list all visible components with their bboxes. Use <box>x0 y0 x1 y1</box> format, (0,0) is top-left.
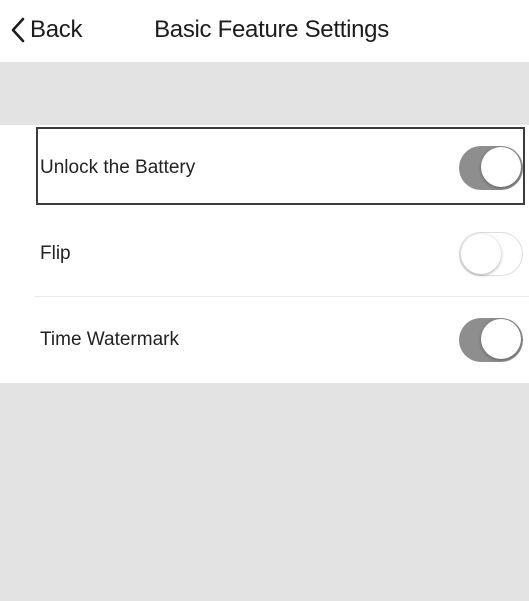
time-watermark-toggle[interactable] <box>459 318 523 362</box>
setting-row-unlock-battery[interactable]: Unlock the Battery <box>0 125 529 211</box>
toggle-knob <box>481 147 521 187</box>
section-spacer-top <box>0 62 529 125</box>
empty-area <box>0 383 529 601</box>
toggle-knob <box>461 233 501 274</box>
setting-label-flip: Flip <box>40 243 71 264</box>
setting-label-unlock-battery: Unlock the Battery <box>40 157 196 178</box>
unlock-battery-toggle[interactable] <box>459 146 523 190</box>
settings-list: Unlock the Battery Flip Time Watermark <box>0 125 529 383</box>
toggle-knob <box>481 319 521 359</box>
setting-label-time-watermark: Time Watermark <box>40 329 179 350</box>
page-title: Basic Feature Settings <box>154 16 389 43</box>
flip-toggle[interactable] <box>459 232 523 276</box>
setting-row-time-watermark[interactable]: Time Watermark <box>0 297 529 383</box>
setting-row-flip[interactable]: Flip <box>0 211 529 297</box>
nav-bar: Back Basic Feature Settings <box>0 0 529 62</box>
